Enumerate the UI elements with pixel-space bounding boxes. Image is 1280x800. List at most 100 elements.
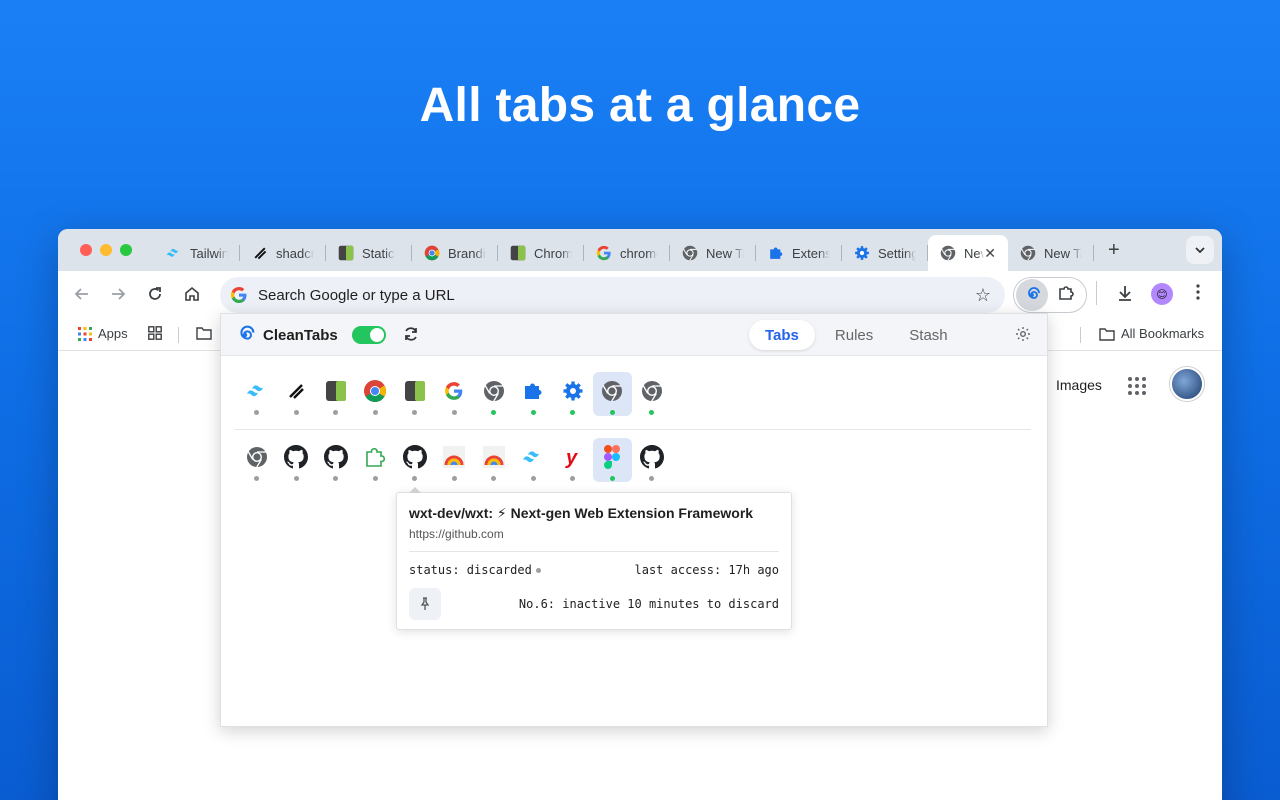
tab-icon-cell[interactable]	[474, 372, 514, 416]
browser-tab[interactable]: shadcn	[240, 235, 326, 271]
tab-icon-cell[interactable]	[514, 438, 554, 482]
menu-button[interactable]	[1194, 282, 1202, 307]
headline: All tabs at a glance	[419, 79, 861, 132]
tab-icon-cell[interactable]	[237, 438, 277, 482]
browser-tab[interactable]: New Tab✕	[928, 235, 1008, 271]
bookmark-folder[interactable]	[196, 326, 212, 340]
enable-toggle[interactable]	[352, 326, 386, 344]
account-avatar[interactable]	[1170, 367, 1204, 401]
inactive-dot	[451, 476, 457, 481]
tab-tooltip: wxt-dev/wxt: ⚡ Next-gen Web Extension Fr…	[396, 487, 792, 630]
inactive-dot	[649, 476, 655, 481]
bookmarks-divider-right	[1080, 327, 1081, 343]
tab-icon-cell[interactable]	[356, 372, 396, 416]
folder-icon	[1099, 327, 1115, 341]
github-icon	[283, 444, 309, 470]
settings-button[interactable]	[1015, 326, 1031, 347]
github-icon	[639, 444, 665, 470]
folder-icon	[196, 327, 212, 340]
gear-icon	[560, 378, 586, 404]
profile-avatar[interactable]: 😊	[1151, 283, 1173, 305]
browser-tab[interactable]: Extensions	[756, 235, 842, 271]
browser-tab[interactable]: Settings	[842, 235, 928, 271]
tab-icon-cell[interactable]	[277, 438, 317, 482]
tab-icon-cell[interactable]	[356, 438, 396, 482]
yandex-icon: y	[560, 444, 586, 470]
browser-tab[interactable]: Chrome	[498, 235, 584, 271]
tab-icon-cell[interactable]	[632, 372, 672, 416]
browser-tab[interactable]: Static	[326, 235, 412, 271]
tab-icon-cell[interactable]	[237, 372, 277, 416]
active-dot	[609, 476, 615, 481]
brand: CleanTabs	[235, 325, 338, 345]
inactive-dot	[530, 476, 536, 481]
tailwind-icon	[166, 245, 182, 261]
tab-icon-cell[interactable]	[316, 372, 356, 416]
inactive-dot	[333, 410, 339, 415]
tab-icon-cell[interactable]	[277, 372, 317, 416]
minimize-window-button[interactable]	[100, 244, 112, 256]
tab-icon-cell[interactable]	[592, 372, 632, 416]
extensions-button[interactable]	[1056, 283, 1076, 308]
tab-icon-cell[interactable]	[395, 372, 435, 416]
maximize-window-button[interactable]	[120, 244, 132, 256]
close-window-button[interactable]	[80, 244, 92, 256]
google-apps-icon[interactable]	[1128, 377, 1146, 395]
tab-icon-cell[interactable]	[435, 438, 475, 482]
popup-tab-rules[interactable]: Rules	[819, 320, 889, 350]
tab-strip: Tailwind shadcn Static Branding Chrome chrome…	[58, 229, 1222, 271]
new-tab-button[interactable]: +	[1108, 239, 1120, 262]
bookmark-tab-groups[interactable]	[148, 326, 162, 340]
inactive-dot	[372, 476, 378, 481]
tab-icon-cell[interactable]: y	[553, 438, 593, 482]
popup-tab-tabs[interactable]: Tabs	[749, 320, 815, 350]
tab-icon-cell[interactable]	[592, 438, 632, 482]
inactive-dot	[372, 410, 378, 415]
kebab-menu-icon	[1196, 284, 1200, 300]
browser-tab[interactable]: Tailwind	[154, 235, 240, 271]
back-button[interactable]	[72, 284, 92, 304]
window-2-tabs: y	[237, 438, 672, 482]
popup-header: CleanTabs Tabs Rules Stash	[221, 314, 1047, 356]
tab-icon-cell[interactable]	[514, 372, 554, 416]
home-button[interactable]	[182, 284, 202, 304]
downloads-button[interactable]	[1115, 283, 1135, 308]
github-icon	[323, 444, 349, 470]
extension-group	[1013, 277, 1087, 313]
browser-tab[interactable]: New Tab	[670, 235, 756, 271]
cleantabs-extension-button[interactable]	[1016, 279, 1048, 311]
inactive-dot	[333, 476, 339, 481]
browser-tab[interactable]: Branding	[412, 235, 498, 271]
tab-icon-cell[interactable]	[395, 438, 435, 482]
tab-search-button[interactable]	[1186, 236, 1214, 264]
tab-icon-cell[interactable]	[632, 438, 672, 482]
reload-button[interactable]	[145, 284, 165, 304]
window-separator	[235, 429, 1031, 430]
images-link[interactable]: Images	[1056, 377, 1102, 393]
puzzle-icon	[520, 378, 546, 404]
forward-button[interactable]	[108, 284, 128, 304]
browser-tab[interactable]: New Tab	[1008, 235, 1094, 271]
browser-tab-label: chrome	[620, 245, 658, 261]
figma-icon	[599, 444, 625, 470]
tab-icon-cell[interactable]	[553, 372, 593, 416]
active-dot	[570, 410, 576, 415]
all-bookmarks[interactable]: All Bookmarks	[1099, 326, 1204, 341]
tab-icon-cell[interactable]	[316, 438, 356, 482]
refresh-button[interactable]	[402, 325, 420, 348]
puzzle-outline-icon	[362, 444, 388, 470]
popup-tab-stash[interactable]: Stash	[893, 320, 963, 350]
tab-icon-cell[interactable]	[435, 372, 475, 416]
bookmark-star-icon[interactable]: ☆	[975, 285, 991, 306]
pin-button[interactable]	[409, 588, 441, 620]
close-tab-icon[interactable]: ✕	[984, 245, 996, 262]
inactive-dot	[254, 476, 260, 481]
tab-icon-cell[interactable]	[474, 438, 514, 482]
omnibox[interactable]: Search Google or type a URL ☆	[220, 277, 1005, 313]
tooltip-url: https://github.com	[409, 527, 504, 541]
browser-tab[interactable]: chrome	[584, 235, 670, 271]
tooltip-discard-info: No.6: inactive 10 minutes to discard	[518, 597, 779, 611]
chrome-gray-icon	[940, 245, 956, 261]
status-dot	[535, 567, 541, 573]
bookmark-apps[interactable]: Apps	[78, 326, 128, 341]
